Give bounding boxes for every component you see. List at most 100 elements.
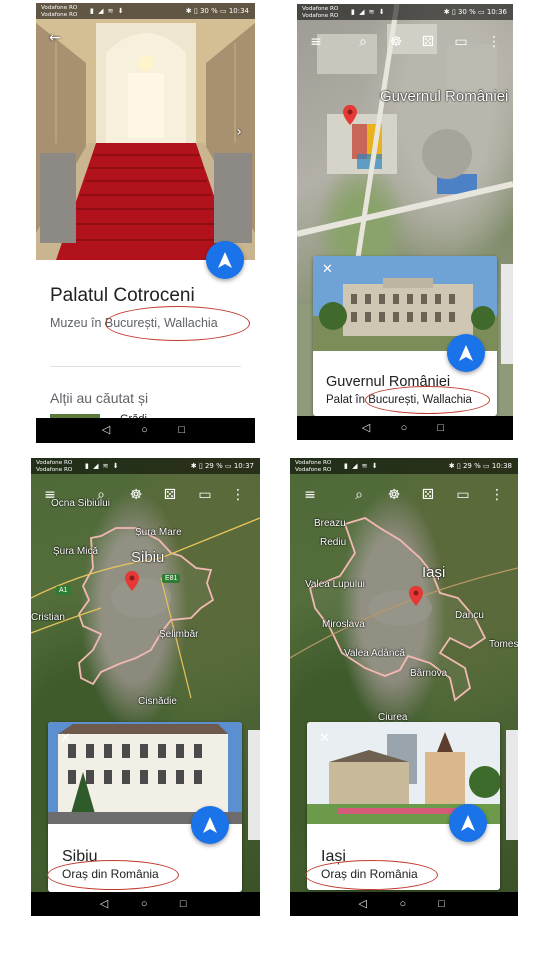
search-icon[interactable]: ⌕ (348, 484, 370, 506)
status-icons: ▮ ◢ ≋ ⬇ (90, 7, 125, 15)
status-icons: ▮ ◢ ≋ ⬇ (85, 462, 120, 470)
ship-wheel-icon[interactable]: ☸ (383, 484, 405, 506)
ruler-icon[interactable]: ▭ (450, 31, 472, 53)
location-pin-icon (343, 105, 357, 125)
next-card-peek[interactable] (248, 730, 260, 840)
map-label: Dancu (455, 610, 484, 621)
phone-screen-cotroceni: Vodafone RO Vodafone RO ▮ ◢ ≋ ⬇ ✱ ▯ 30 % … (36, 3, 255, 443)
location-pin-icon (409, 586, 423, 606)
status-icons: ▮ ◢ ≋ ⬇ (344, 462, 379, 470)
status-right: ✱ ▯ 30 % ▭ 10:34 (185, 7, 249, 15)
map-label: Bârnova (410, 668, 448, 679)
map-toolbar: ≡ ⌕ ☸ ⚄ ▭ ⋮ (297, 31, 513, 53)
navigate-button[interactable] (191, 806, 229, 844)
map-label: Valea Lupului (305, 579, 365, 590)
highlight-ellipse (47, 860, 179, 890)
more-vert-icon[interactable]: ⋮ (227, 484, 249, 506)
navigate-button[interactable] (449, 804, 487, 842)
dice-icon[interactable]: ⚄ (417, 31, 439, 53)
related-heading: Alții au căutat și (50, 390, 149, 406)
close-icon[interactable]: ✕ (60, 731, 71, 746)
navigation-arrow-icon (461, 815, 475, 831)
map-label: Sibiu (131, 549, 165, 566)
more-vert-icon[interactable]: ⋮ (486, 484, 508, 506)
nav-back-icon[interactable] (100, 898, 108, 910)
map-label: Cristian (31, 612, 65, 623)
map-label: Șura Mică (53, 546, 99, 557)
highlight-ellipse (305, 860, 438, 890)
menu-icon[interactable]: ≡ (299, 484, 321, 506)
status-bar: Vodafone RO Vodafone RO ▮ ◢ ≋ ⬇ ✱ ▯ 30 % … (297, 4, 513, 20)
nav-recents-icon[interactable] (438, 898, 445, 910)
dice-icon[interactable]: ⚄ (159, 484, 181, 506)
nav-recents-icon[interactable] (180, 898, 187, 910)
ruler-icon[interactable]: ▭ (194, 484, 216, 506)
system-nav-bar (36, 418, 255, 443)
navigate-button[interactable] (206, 241, 244, 279)
status-right: ✱ ▯ 29 % ▭ 10:38 (448, 462, 512, 470)
map-label: Șura Mare (135, 527, 182, 538)
ruler-icon[interactable]: ▭ (452, 484, 474, 506)
status-icons: ▮ ◢ ≋ ⬇ (351, 8, 386, 16)
nav-back-icon[interactable] (102, 424, 110, 436)
next-card-peek[interactable] (501, 264, 513, 364)
status-bar: Vodafone RO Vodafone RO ▮ ◢ ≋ ⬇ ✱ ▯ 30 % … (36, 3, 255, 19)
status-right: ✱ ▯ 29 % ▭ 10:37 (190, 462, 254, 470)
map-label: Iași (422, 564, 446, 581)
staircase-illustration (36, 3, 255, 260)
nav-back-icon[interactable] (362, 422, 370, 434)
navigation-arrow-icon (203, 817, 217, 833)
system-nav-bar (290, 892, 518, 916)
close-icon[interactable]: ✕ (319, 731, 330, 746)
nav-home-icon[interactable] (399, 898, 406, 910)
map-label: Șelimbăr (159, 629, 199, 640)
status-right: ✱ ▯ 30 % ▭ 10:36 (443, 8, 507, 16)
carrier-text: Vodafone RO Vodafone RO (295, 460, 332, 473)
phone-screen-sibiu: Vodafone RO Vodafone RO ▮ ◢ ≋ ⬇ ✱ ▯ 29 % … (31, 458, 260, 916)
map-label: Rediu (320, 537, 347, 548)
nav-recents-icon[interactable] (178, 424, 185, 436)
next-card-peek[interactable] (506, 730, 518, 840)
menu-icon[interactable]: ≡ (39, 484, 61, 506)
nav-back-icon[interactable] (358, 898, 366, 910)
chevron-right-icon[interactable]: › (228, 121, 250, 143)
close-icon[interactable]: ✕ (322, 262, 333, 277)
navigation-arrow-icon (459, 345, 473, 361)
ship-wheel-icon[interactable]: ☸ (385, 31, 407, 53)
map-label: Valea Adâncă (344, 648, 405, 659)
search-icon[interactable]: ⌕ (352, 31, 374, 53)
status-bar: Vodafone RO Vodafone RO ▮ ◢ ≋ ⬇ ✱ ▯ 29 % … (31, 458, 260, 474)
phone-screen-guvernul: Vodafone RO Vodafone RO ▮ ◢ ≋ ⬇ ✱ ▯ 30 % … (297, 4, 513, 440)
system-nav-bar (31, 892, 260, 916)
status-bar: Vodafone RO Vodafone RO ▮ ◢ ≋ ⬇ ✱ ▯ 29 % … (290, 458, 518, 474)
navigation-arrow-icon (218, 252, 232, 268)
more-vert-icon[interactable]: ⋮ (483, 31, 505, 53)
carrier-text: Vodafone RO Vodafone RO (36, 460, 73, 473)
map-label: Breazu (314, 518, 346, 529)
carrier-text: Vodafone RO Vodafone RO (41, 5, 78, 18)
map-toolbar: ≡ ⌕ ☸ ⚄ ▭ ⋮ (31, 484, 260, 506)
ship-wheel-icon[interactable]: ☸ (125, 484, 147, 506)
nav-home-icon[interactable] (141, 424, 148, 436)
place-title: Palatul Cotroceni (50, 285, 195, 306)
map-label: Cisnădie (138, 696, 177, 707)
menu-icon[interactable]: ≡ (305, 31, 327, 53)
map-place-label: Guvernul României (380, 88, 509, 105)
search-icon[interactable]: ⌕ (90, 484, 112, 506)
road-badge-a1: A1 (56, 586, 71, 595)
dice-icon[interactable]: ⚄ (417, 484, 439, 506)
road-badge-e81: E81 (162, 574, 181, 583)
nav-recents-icon[interactable] (437, 422, 444, 434)
map-label: Miroslava (322, 619, 365, 630)
system-nav-bar (297, 416, 513, 440)
navigate-button[interactable] (447, 334, 485, 372)
highlight-ellipse (365, 386, 490, 414)
map-label: Tomes (489, 639, 518, 650)
arrow-back-icon[interactable]: ← (44, 27, 66, 49)
phone-screen-iasi: Vodafone RO Vodafone RO ▮ ◢ ≋ ⬇ ✱ ▯ 29 % … (290, 458, 518, 916)
nav-home-icon[interactable] (141, 898, 148, 910)
carrier-text: Vodafone RO Vodafone RO (302, 6, 339, 19)
nav-home-icon[interactable] (401, 422, 408, 434)
map-toolbar: ≡ ⌕ ☸ ⚄ ▭ ⋮ (290, 484, 518, 506)
place-photo[interactable] (36, 3, 255, 260)
